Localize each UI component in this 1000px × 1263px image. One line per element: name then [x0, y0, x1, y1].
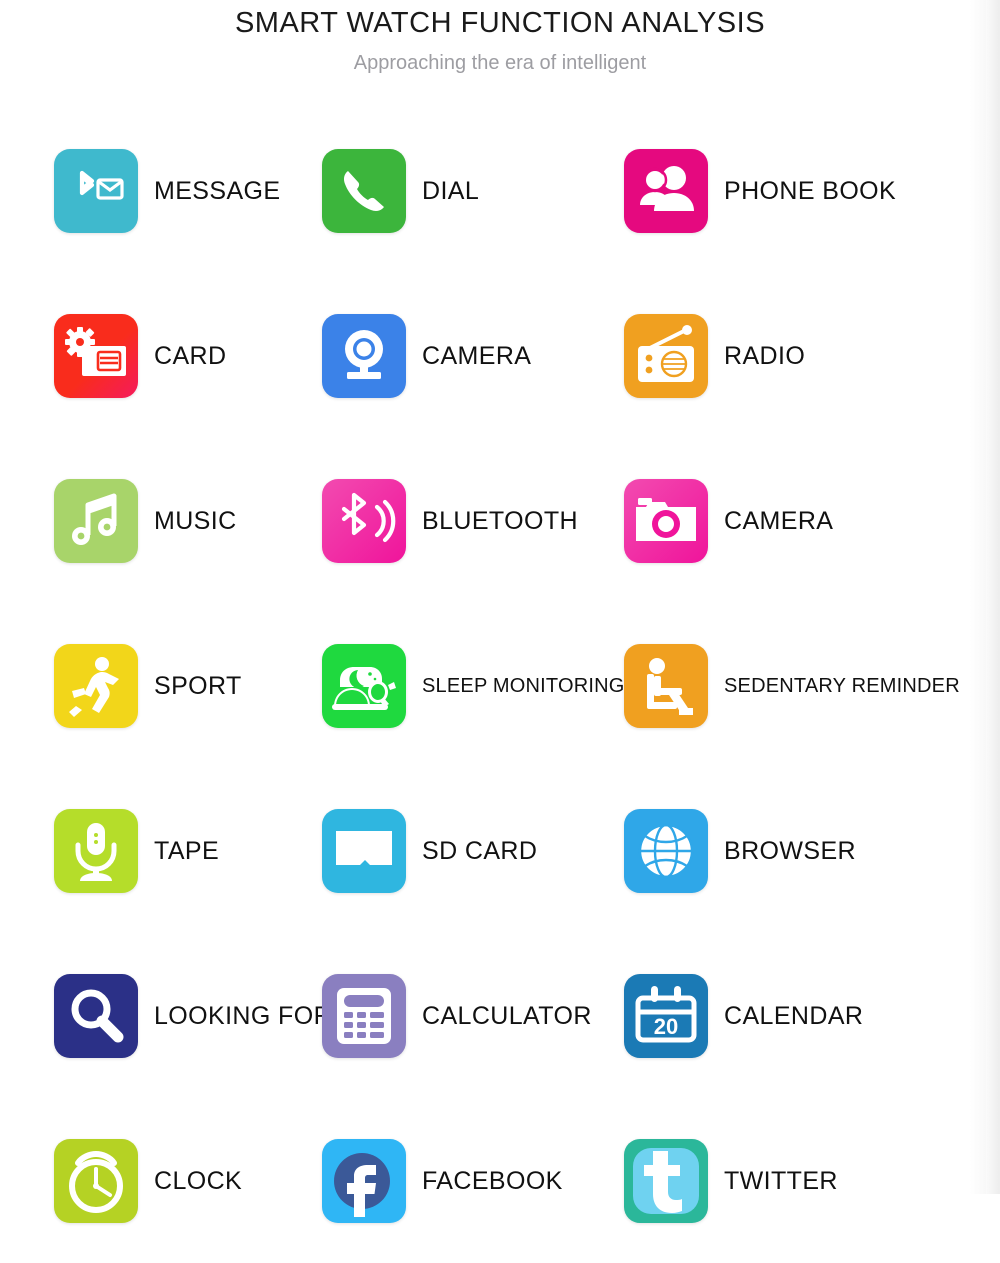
- function-label: FACEBOOK: [422, 1166, 563, 1195]
- function-item-facebook[interactable]: FACEBOOK: [312, 1098, 612, 1263]
- magnifier-icon: [54, 973, 138, 1058]
- function-item-card[interactable]: CARD: [0, 273, 312, 438]
- function-item-sleep-monitoring[interactable]: SLEEP MONITORING: [312, 603, 624, 768]
- function-row: SPORT SLEEP MONITORING SEDENTARY REMINDE…: [0, 603, 1000, 768]
- facebook-f-icon: [322, 1138, 406, 1223]
- function-row: MESSAGE DIAL PHONE BOOK: [0, 108, 1000, 273]
- function-label: BROWSER: [724, 836, 856, 865]
- calendar-icon: 20: [624, 973, 708, 1058]
- contacts-people-icon: [624, 148, 708, 233]
- page-title: SMART WATCH FUNCTION ANALYSIS: [234, 7, 766, 39]
- music-note-icon: [54, 478, 138, 563]
- function-label: LOOKING FOR: [154, 1001, 333, 1030]
- function-item-browser[interactable]: BROWSER: [612, 768, 1000, 933]
- sleeping-moon-icon: [322, 643, 406, 728]
- webcam-icon: [322, 313, 406, 398]
- globe-icon: [624, 808, 708, 893]
- function-item-looking-for[interactable]: LOOKING FOR: [0, 933, 332, 1098]
- seated-person-icon: [624, 643, 708, 728]
- function-label: TAPE: [154, 836, 220, 865]
- function-row: TAPE SD CARD BROWSER: [0, 768, 1000, 933]
- function-item-clock[interactable]: CLOCK: [0, 1098, 312, 1263]
- function-label: PHONE BOOK: [724, 176, 897, 205]
- function-label: MUSIC: [154, 506, 237, 535]
- poster-root: SMART WATCH FUNCTION ANALYSIS Approachin…: [0, 0, 1000, 1223]
- twitter-bird-icon: [624, 1138, 708, 1223]
- function-item-dial[interactable]: DIAL: [312, 108, 612, 273]
- function-item-sport[interactable]: SPORT: [0, 603, 312, 768]
- alarm-clock-icon: [54, 1138, 138, 1223]
- function-row: MUSIC BLUETOOTH CAMERA: [0, 438, 1000, 603]
- function-item-sd-card[interactable]: SD CARD: [312, 768, 612, 933]
- bluetooth-wave-icon: [322, 478, 406, 563]
- page-subtitle: Approaching the era of intelligent: [353, 52, 647, 74]
- function-grid: MESSAGE DIAL PHONE BOOK CARD CAMERA RADI…: [0, 108, 1000, 1263]
- function-item-calculator[interactable]: CALCULATOR: [312, 933, 612, 1098]
- function-label: CALENDAR: [724, 1001, 864, 1030]
- radio-icon: [624, 313, 708, 398]
- function-label: CAMERA: [422, 341, 532, 370]
- photo-camera-icon: [624, 478, 708, 563]
- function-label: CLOCK: [154, 1166, 243, 1195]
- function-label: SPORT: [154, 671, 242, 700]
- running-person-icon: [54, 643, 138, 728]
- sd-card-icon: [322, 808, 406, 893]
- function-label: SLEEP MONITORING: [422, 674, 625, 697]
- function-label: MESSAGE: [154, 176, 281, 205]
- function-item-camera-video[interactable]: CAMERA: [312, 273, 612, 438]
- poster-header: SMART WATCH FUNCTION ANALYSIS Approachin…: [0, 0, 1000, 75]
- function-label: CAMERA: [724, 506, 834, 535]
- function-label: TWITTER: [724, 1166, 838, 1195]
- function-item-message[interactable]: MESSAGE: [0, 108, 312, 273]
- gear-card-icon: [54, 313, 138, 398]
- function-item-tape[interactable]: TAPE: [0, 768, 312, 933]
- function-item-twitter[interactable]: TWITTER: [612, 1098, 1000, 1263]
- function-item-bluetooth[interactable]: BLUETOOTH: [312, 438, 612, 603]
- function-label: SD CARD: [422, 836, 538, 865]
- function-label: DIAL: [422, 176, 480, 205]
- function-item-sedentary-reminder[interactable]: SEDENTARY REMINDER: [612, 603, 1000, 768]
- function-row: LOOKING FOR CALCULATOR 20 CALENDAR: [0, 933, 1000, 1098]
- function-label: SEDENTARY REMINDER: [724, 674, 960, 697]
- function-label: RADIO: [724, 341, 806, 370]
- function-item-phone-book[interactable]: PHONE BOOK: [612, 108, 1000, 273]
- function-row: CARD CAMERA RADIO: [0, 273, 1000, 438]
- calculator-icon: [322, 973, 406, 1058]
- calendar-day-number: 20: [654, 1014, 678, 1039]
- function-item-camera-photo[interactable]: CAMERA: [612, 438, 1000, 603]
- function-row: CLOCK FACEBOOK TWITTER: [0, 1098, 1000, 1263]
- function-label: BLUETOOTH: [422, 506, 578, 535]
- phone-handset-icon: [322, 148, 406, 233]
- function-item-music[interactable]: MUSIC: [0, 438, 312, 603]
- bluetooth-message-icon: [54, 148, 138, 233]
- function-label: CALCULATOR: [422, 1001, 592, 1030]
- function-label: CARD: [154, 341, 227, 370]
- microphone-icon: [54, 808, 138, 893]
- function-item-calendar[interactable]: 20 CALENDAR: [612, 933, 1000, 1098]
- function-item-radio[interactable]: RADIO: [612, 273, 1000, 438]
